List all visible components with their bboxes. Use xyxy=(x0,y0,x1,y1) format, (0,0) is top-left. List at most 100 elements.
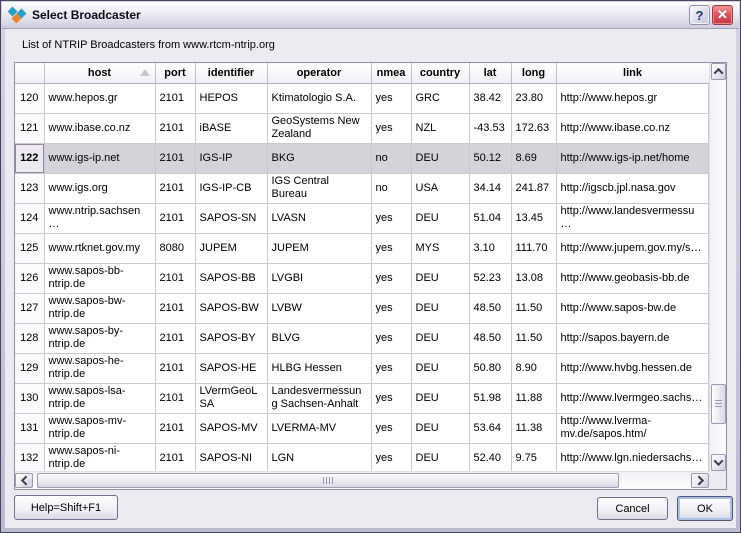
cell-long[interactable]: 11.88 xyxy=(511,383,556,413)
table-row[interactable]: 123www.igs.org2101IGS-IP-CBIGS Central B… xyxy=(15,173,709,203)
row-number[interactable]: 123 xyxy=(15,173,44,203)
row-number[interactable]: 120 xyxy=(15,83,44,113)
row-number[interactable]: 132 xyxy=(15,443,44,471)
cell-long[interactable]: 11.38 xyxy=(511,413,556,443)
horizontal-scrollbar[interactable] xyxy=(15,471,709,489)
cell-port[interactable]: 2101 xyxy=(155,143,195,173)
table-row[interactable]: 127www.sapos-bw-ntrip.de2101SAPOS-BWLVBW… xyxy=(15,293,709,323)
cell-long[interactable]: 111.70 xyxy=(511,233,556,263)
header-link[interactable]: link xyxy=(556,63,709,83)
header-operator[interactable]: operator xyxy=(267,63,371,83)
cell-country[interactable]: DEU xyxy=(411,443,469,471)
cell-host[interactable]: www.hepos.gr xyxy=(44,83,155,113)
cell-link[interactable]: http://www.geobasis-bb.de xyxy=(556,263,709,293)
cell-link[interactable]: http://www.lgn.niedersachs… xyxy=(556,443,709,471)
cell-lat[interactable]: 48.50 xyxy=(469,323,511,353)
cell-operator[interactable]: JUPEM xyxy=(267,233,371,263)
cell-host[interactable]: www.sapos-bw-ntrip.de xyxy=(44,293,155,323)
header-port[interactable]: port xyxy=(155,63,195,83)
table-row[interactable]: 125www.rtknet.gov.my8080JUPEMJUPEMyesMYS… xyxy=(15,233,709,263)
cell-link[interactable]: http://igscb.jpl.nasa.gov xyxy=(556,173,709,203)
cell-nmea[interactable]: yes xyxy=(371,233,411,263)
cell-host[interactable]: www.ntrip.sachsen… xyxy=(44,203,155,233)
cell-link[interactable]: http://www.hvbg.hessen.de xyxy=(556,353,709,383)
cell-link[interactable]: http://www.ibase.co.nz xyxy=(556,113,709,143)
cell-host[interactable]: www.sapos-mv-ntrip.de xyxy=(44,413,155,443)
table-row[interactable]: 122www.igs-ip.net2101IGS-IPBKGnoDEU50.12… xyxy=(15,143,709,173)
header-long[interactable]: long xyxy=(511,63,556,83)
cell-host[interactable]: www.rtknet.gov.my xyxy=(44,233,155,263)
cell-port[interactable]: 2101 xyxy=(155,353,195,383)
table-row[interactable]: 124www.ntrip.sachsen…2101SAPOS-SNLVASNye… xyxy=(15,203,709,233)
cell-country[interactable]: DEU xyxy=(411,413,469,443)
cell-identifier[interactable]: SAPOS-HE xyxy=(195,353,267,383)
cell-port[interactable]: 2101 xyxy=(155,263,195,293)
table-row[interactable]: 131www.sapos-mv-ntrip.de2101SAPOS-MVLVER… xyxy=(15,413,709,443)
cell-port[interactable]: 2101 xyxy=(155,413,195,443)
cell-identifier[interactable]: SAPOS-NI xyxy=(195,443,267,471)
cell-long[interactable]: 172.63 xyxy=(511,113,556,143)
cell-port[interactable]: 2101 xyxy=(155,173,195,203)
cell-identifier[interactable]: LVermGeoLSA xyxy=(195,383,267,413)
table-row[interactable]: 121www.ibase.co.nz2101iBASEGeoSystems Ne… xyxy=(15,113,709,143)
cell-host[interactable]: www.igs-ip.net xyxy=(44,143,155,173)
row-number[interactable]: 122 xyxy=(15,143,44,173)
cell-country[interactable]: DEU xyxy=(411,143,469,173)
cell-nmea[interactable]: no xyxy=(371,173,411,203)
cell-long[interactable]: 13.08 xyxy=(511,263,556,293)
cell-operator[interactable]: GeoSystems New Zealand xyxy=(267,113,371,143)
cell-operator[interactable]: BLVG xyxy=(267,323,371,353)
cell-long[interactable]: 11.50 xyxy=(511,293,556,323)
cell-lat[interactable]: 50.12 xyxy=(469,143,511,173)
row-number[interactable]: 125 xyxy=(15,233,44,263)
cell-long[interactable]: 241.87 xyxy=(511,173,556,203)
table-row[interactable]: 129www.sapos-he-ntrip.de2101SAPOS-HEHLBG… xyxy=(15,353,709,383)
cell-port[interactable]: 2101 xyxy=(155,83,195,113)
cell-long[interactable]: 9.75 xyxy=(511,443,556,471)
cell-operator[interactable]: LVBW xyxy=(267,293,371,323)
cell-port[interactable]: 2101 xyxy=(155,203,195,233)
cell-identifier[interactable]: SAPOS-SN xyxy=(195,203,267,233)
cell-nmea[interactable]: yes xyxy=(371,83,411,113)
table-row[interactable]: 120www.hepos.gr2101HEPOSKtimatologio S.A… xyxy=(15,83,709,113)
cell-operator[interactable]: LGN xyxy=(267,443,371,471)
cell-country[interactable]: DEU xyxy=(411,323,469,353)
header-country[interactable]: country xyxy=(411,63,469,83)
cell-link[interactable]: http://www.hepos.gr xyxy=(556,83,709,113)
row-number[interactable]: 127 xyxy=(15,293,44,323)
cell-country[interactable]: DEU xyxy=(411,383,469,413)
table-row[interactable]: 126www.sapos-bb-ntrip.de2101SAPOS-BBLVGB… xyxy=(15,263,709,293)
cell-port[interactable]: 2101 xyxy=(155,113,195,143)
scroll-left-button[interactable] xyxy=(15,473,33,488)
cell-country[interactable]: NZL xyxy=(411,113,469,143)
cell-port[interactable]: 2101 xyxy=(155,383,195,413)
cell-nmea[interactable]: yes xyxy=(371,383,411,413)
header-identifier[interactable]: identifier xyxy=(195,63,267,83)
table-row[interactable]: 128www.sapos-by-ntrip.de2101SAPOS-BYBLVG… xyxy=(15,323,709,353)
scroll-down-button[interactable] xyxy=(711,454,726,471)
cell-link[interactable]: http://sapos.bayern.de xyxy=(556,323,709,353)
cell-port[interactable]: 2101 xyxy=(155,323,195,353)
table-row[interactable]: 130www.sapos-lsa-ntrip.de2101LVermGeoLSA… xyxy=(15,383,709,413)
titlebar-close-button[interactable]: ✕ xyxy=(712,5,733,25)
cell-nmea[interactable]: yes xyxy=(371,113,411,143)
cell-host[interactable]: www.sapos-he-ntrip.de xyxy=(44,353,155,383)
cell-lat[interactable]: 53.64 xyxy=(469,413,511,443)
row-number[interactable]: 131 xyxy=(15,413,44,443)
row-number[interactable]: 126 xyxy=(15,263,44,293)
scroll-up-button[interactable] xyxy=(711,63,726,80)
row-number[interactable]: 121 xyxy=(15,113,44,143)
cell-link[interactable]: http://www.sapos-bw.de xyxy=(556,293,709,323)
cell-country[interactable]: DEU xyxy=(411,263,469,293)
cell-lat[interactable]: 48.50 xyxy=(469,293,511,323)
cell-country[interactable]: DEU xyxy=(411,293,469,323)
cell-lat[interactable]: -43.53 xyxy=(469,113,511,143)
cell-nmea[interactable]: yes xyxy=(371,413,411,443)
row-number[interactable]: 128 xyxy=(15,323,44,353)
cell-long[interactable]: 11.50 xyxy=(511,323,556,353)
help-button[interactable]: Help=Shift+F1 xyxy=(14,495,118,520)
cell-port[interactable]: 2101 xyxy=(155,443,195,471)
cell-link[interactable]: http://www.jupem.gov.my/s… xyxy=(556,233,709,263)
cell-lat[interactable]: 52.40 xyxy=(469,443,511,471)
cell-lat[interactable]: 3.10 xyxy=(469,233,511,263)
